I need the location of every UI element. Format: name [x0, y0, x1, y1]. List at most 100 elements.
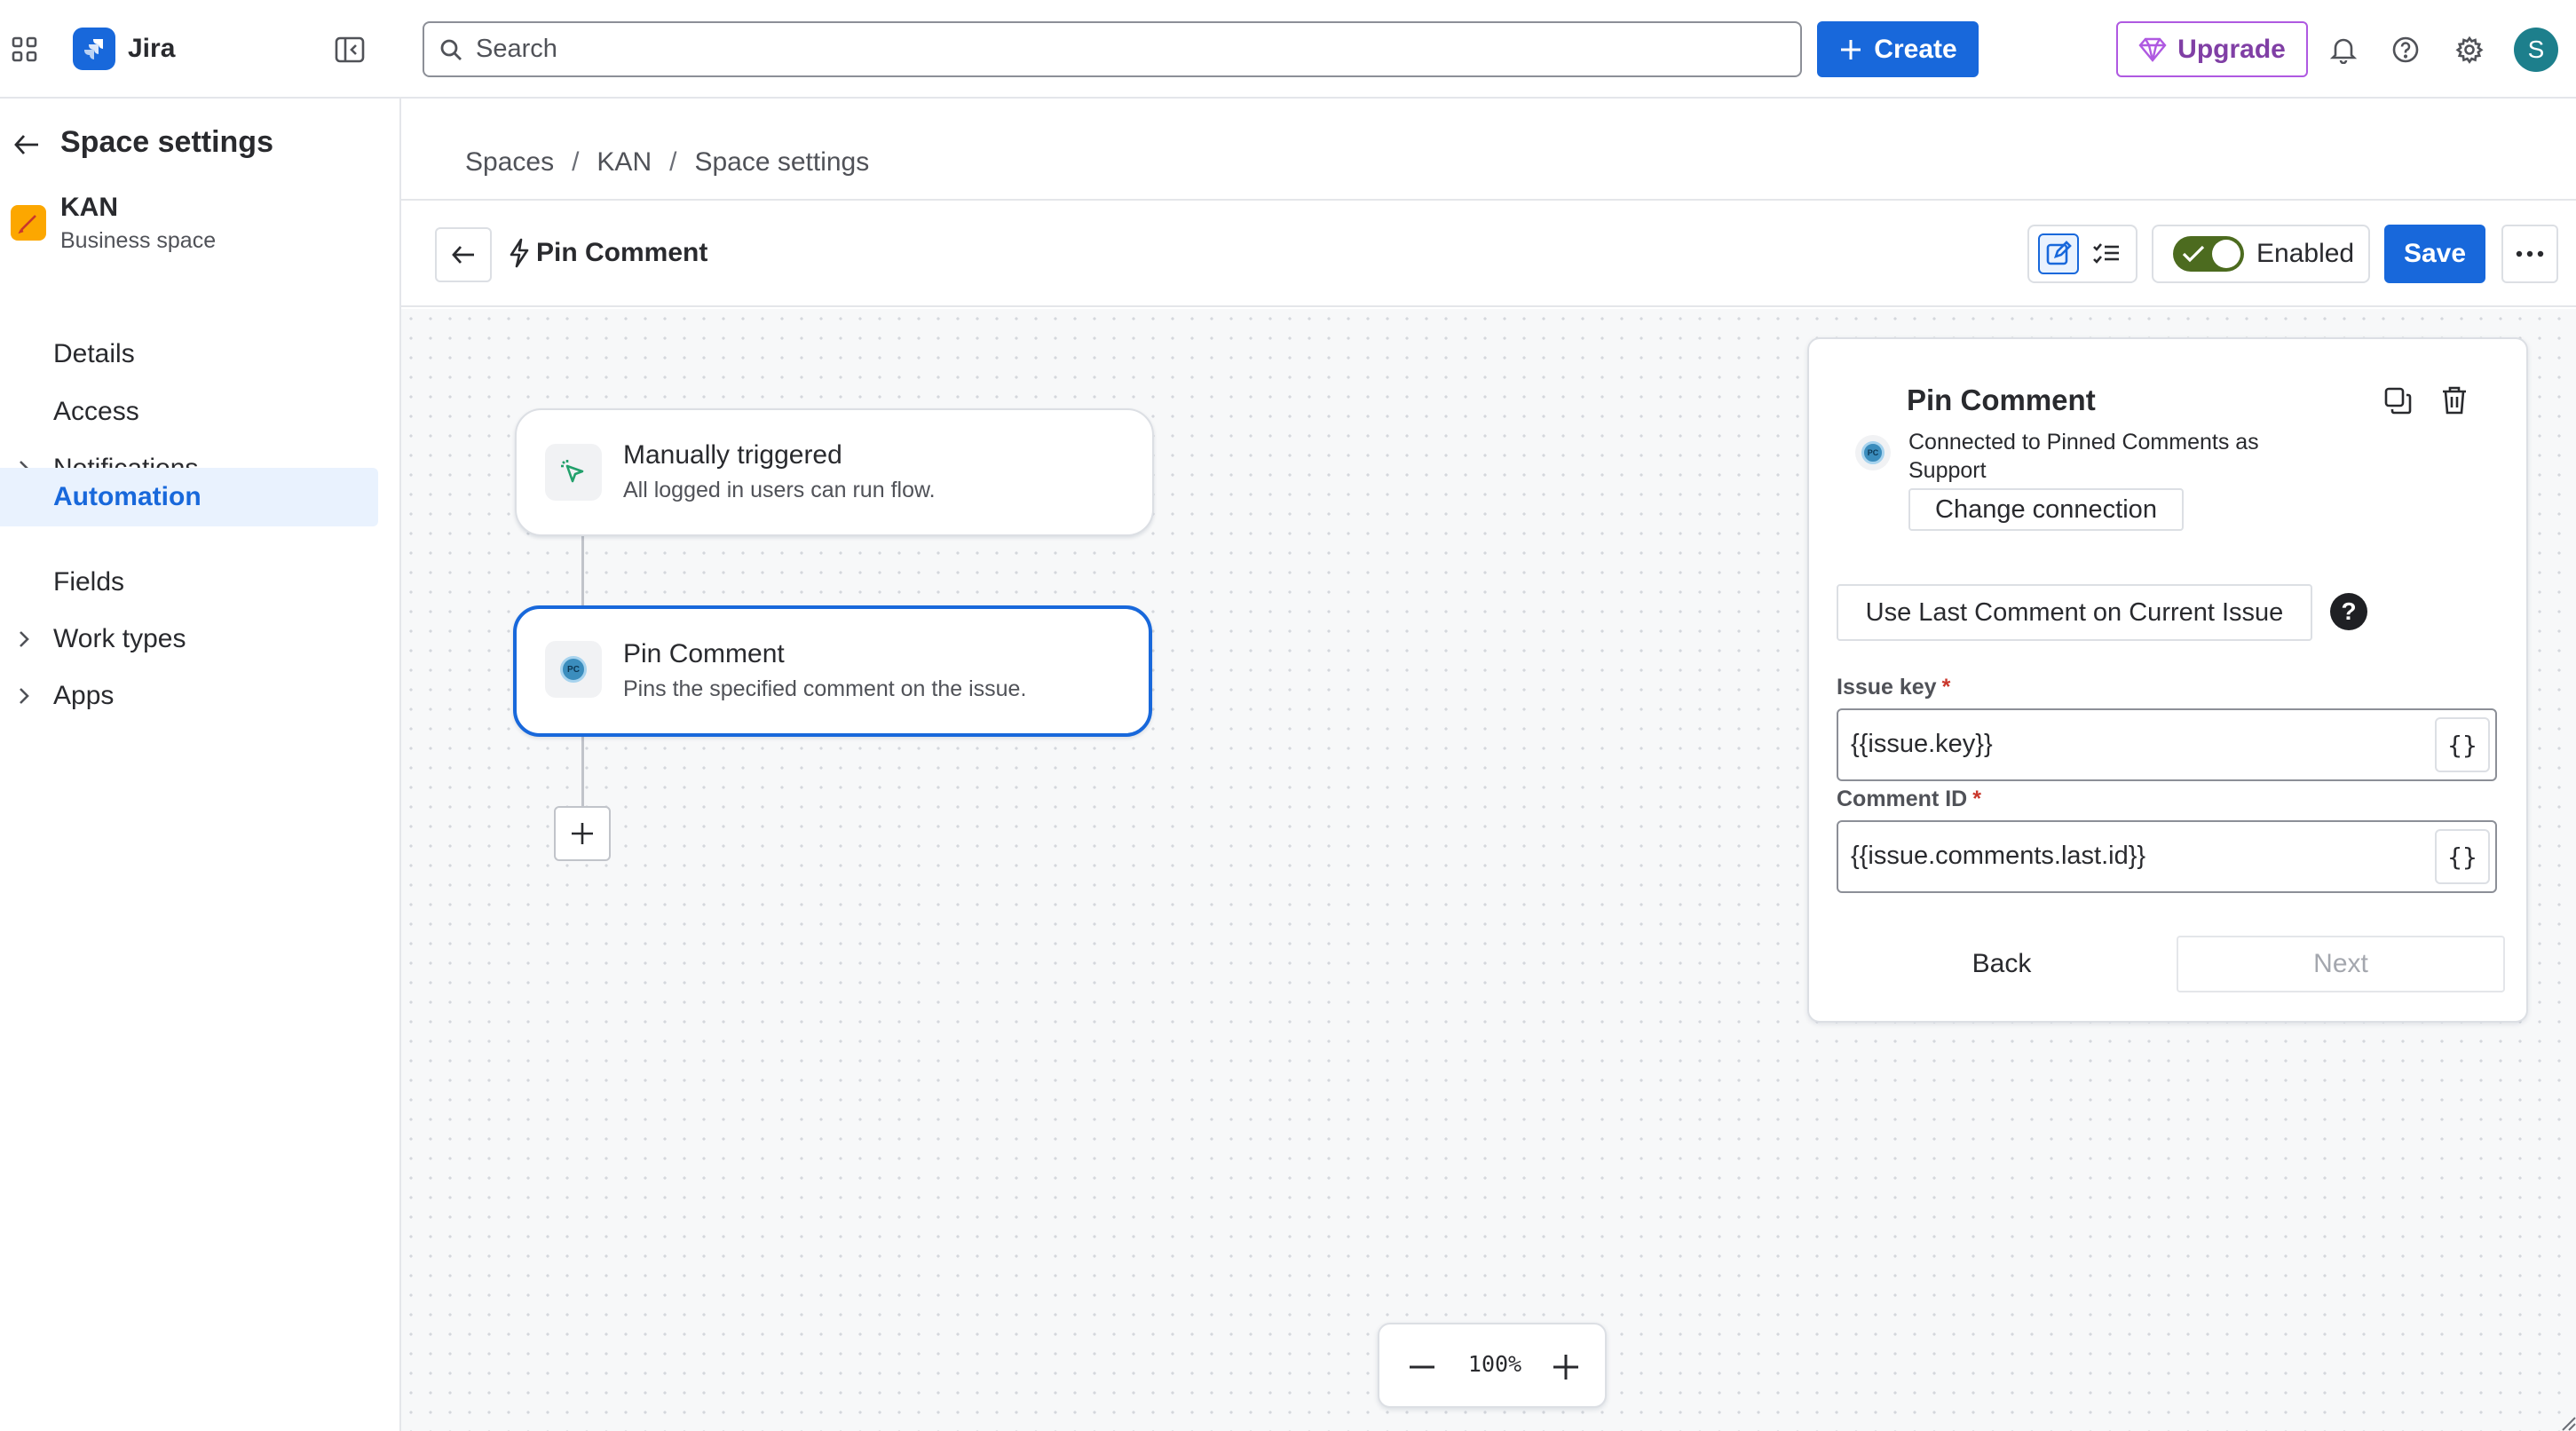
sidebar-item-apps[interactable]: Apps: [0, 667, 378, 725]
edit-view-icon[interactable]: [2038, 233, 2079, 274]
action-subtitle: Pins the specified comment on the issue.: [623, 676, 1027, 701]
collapse-sidebar-icon[interactable]: [330, 32, 369, 67]
required-asterisk: *: [1972, 787, 1981, 811]
sidebar-item-label: Fields: [53, 567, 125, 597]
settings-gear-icon[interactable]: [2450, 30, 2489, 69]
comment-id-value: {{issue.comments.last.id}}: [1851, 842, 2146, 870]
sidebar-item-details[interactable]: Details: [0, 325, 378, 383]
trigger-node[interactable]: Manually triggered All logged in users c…: [515, 408, 1154, 536]
sidebar-item-label: Apps: [53, 681, 115, 710]
sidebar-title: Space settings: [60, 125, 273, 159]
app-switcher-icon[interactable]: [5, 34, 44, 66]
rule-back-button[interactable]: [435, 227, 492, 282]
sidebar-item-access[interactable]: Access: [0, 383, 378, 441]
flow-connector: [581, 536, 584, 607]
zoom-control: 100%: [1378, 1323, 1607, 1408]
search-icon: [440, 39, 462, 60]
field-label-text: Comment ID: [1837, 787, 1968, 811]
breadcrumb-kan[interactable]: KAN: [597, 147, 652, 178]
sidebar-item-label: Access: [53, 397, 139, 426]
rule-name[interactable]: Pin Comment: [508, 238, 707, 268]
breadcrumb: Spaces / KAN / Space settings: [465, 147, 869, 178]
add-step-button[interactable]: [554, 806, 611, 861]
plus-icon: [1841, 39, 1861, 59]
create-label: Create: [1874, 34, 1957, 64]
notifications-bell-icon[interactable]: [2324, 30, 2363, 69]
issue-key-value: {{issue.key}}: [1851, 730, 1993, 758]
issue-key-field[interactable]: {{issue.key}} {}: [1837, 708, 2497, 781]
comment-id-field[interactable]: {{issue.comments.last.id}} {}: [1837, 820, 2497, 893]
issue-key-label: Issue key *: [1837, 675, 1950, 700]
breadcrumb-separator: /: [572, 147, 580, 177]
toggle-knob: [2212, 240, 2240, 268]
resize-handle-icon[interactable]: [2560, 1415, 2576, 1431]
search-input[interactable]: Search: [423, 21, 1802, 77]
pinned-comments-app-icon: PC: [545, 641, 602, 698]
duplicate-icon[interactable]: [2377, 380, 2418, 421]
trigger-title: Manually triggered: [623, 440, 842, 470]
enabled-label: Enabled: [2256, 239, 2355, 268]
zoom-level: 100%: [1467, 1351, 1522, 1377]
upgrade-label: Upgrade: [2177, 34, 2286, 64]
pc-badge: PC: [560, 656, 587, 683]
chevron-right-icon[interactable]: [14, 629, 34, 649]
trigger-subtitle: All logged in users can run flow.: [623, 478, 936, 502]
back-arrow-icon[interactable]: [9, 127, 44, 162]
plus-icon: [572, 823, 593, 844]
flow-connector: [581, 735, 584, 806]
panel-next-button[interactable]: Next: [2177, 936, 2505, 992]
pin-comment-action-node[interactable]: PC Pin Comment Pins the specified commen…: [513, 605, 1152, 737]
question-help-icon[interactable]: ?: [2330, 593, 2367, 630]
jira-logo[interactable]: Jira: [73, 28, 175, 70]
zoom-in-icon[interactable]: [1545, 1346, 1587, 1388]
toggle-switch[interactable]: [2173, 236, 2244, 272]
pc-badge: PC: [1861, 441, 1885, 464]
pinned-comments-app-icon: PC: [1855, 435, 1891, 470]
save-button[interactable]: Save: [2384, 225, 2485, 283]
sidebar-item-label: Work types: [53, 624, 186, 653]
trash-icon[interactable]: [2434, 380, 2475, 421]
panel-back-button[interactable]: Back: [1917, 936, 2086, 992]
breadcrumb-space-settings[interactable]: Space settings: [694, 147, 869, 178]
rule-name-label: Pin Comment: [536, 238, 708, 267]
action-title: Pin Comment: [623, 639, 785, 668]
diamond-icon: [2138, 37, 2167, 62]
rule-enabled-toggle[interactable]: Enabled: [2152, 225, 2370, 283]
search-placeholder: Search: [476, 35, 557, 63]
sidebar-item-label: Automation: [53, 482, 201, 511]
change-connection-button[interactable]: Change connection: [1908, 488, 2184, 531]
create-button[interactable]: Create: [1817, 21, 1979, 77]
view-mode-toggle: [2027, 225, 2137, 283]
checklist-view-icon[interactable]: [2086, 233, 2127, 274]
user-avatar[interactable]: S: [2514, 28, 2558, 72]
breadcrumb-spaces[interactable]: Spaces: [465, 147, 554, 178]
sidebar-item-work-types[interactable]: Work types: [0, 610, 378, 668]
panel-title: Pin Comment: [1907, 383, 2096, 416]
smart-value-picker-icon[interactable]: {}: [2435, 829, 2490, 884]
more-actions-button[interactable]: [2501, 225, 2558, 283]
zoom-out-icon[interactable]: [1401, 1346, 1443, 1388]
project-avatar-icon: [11, 205, 46, 241]
use-last-comment-button[interactable]: Use Last Comment on Current Issue: [1837, 584, 2312, 641]
help-icon[interactable]: [2386, 30, 2425, 69]
top-navigation-bar: Jira Search Create Upgrade S: [0, 0, 2576, 99]
sidebar-item-label: Details: [53, 339, 135, 368]
breadcrumb-separator: /: [669, 147, 677, 177]
sidebar-item-fields[interactable]: Fields: [0, 553, 378, 612]
space-settings-sidebar: Space settings KAN Business space Detail…: [0, 99, 401, 1431]
chevron-right-icon[interactable]: [14, 686, 34, 706]
sidebar-item-automation[interactable]: Automation: [0, 468, 378, 526]
back-arrow-icon: [452, 246, 474, 264]
upgrade-button[interactable]: Upgrade: [2116, 21, 2308, 77]
project-type: Business space: [60, 228, 217, 253]
app-name: Jira: [128, 34, 176, 63]
smart-value-picker-icon[interactable]: {}: [2435, 717, 2490, 772]
check-icon: [2182, 245, 2205, 263]
lightning-bolt-icon: [510, 238, 529, 268]
jira-logo-icon: [73, 28, 115, 70]
cursor-click-icon: [545, 444, 602, 501]
required-asterisk: *: [1941, 675, 1951, 700]
comment-id-label: Comment ID *: [1837, 787, 1981, 812]
connection-status-text: Connected to Pinned Comments as Support: [1908, 430, 2259, 483]
more-horizontal-icon: [2516, 250, 2544, 257]
